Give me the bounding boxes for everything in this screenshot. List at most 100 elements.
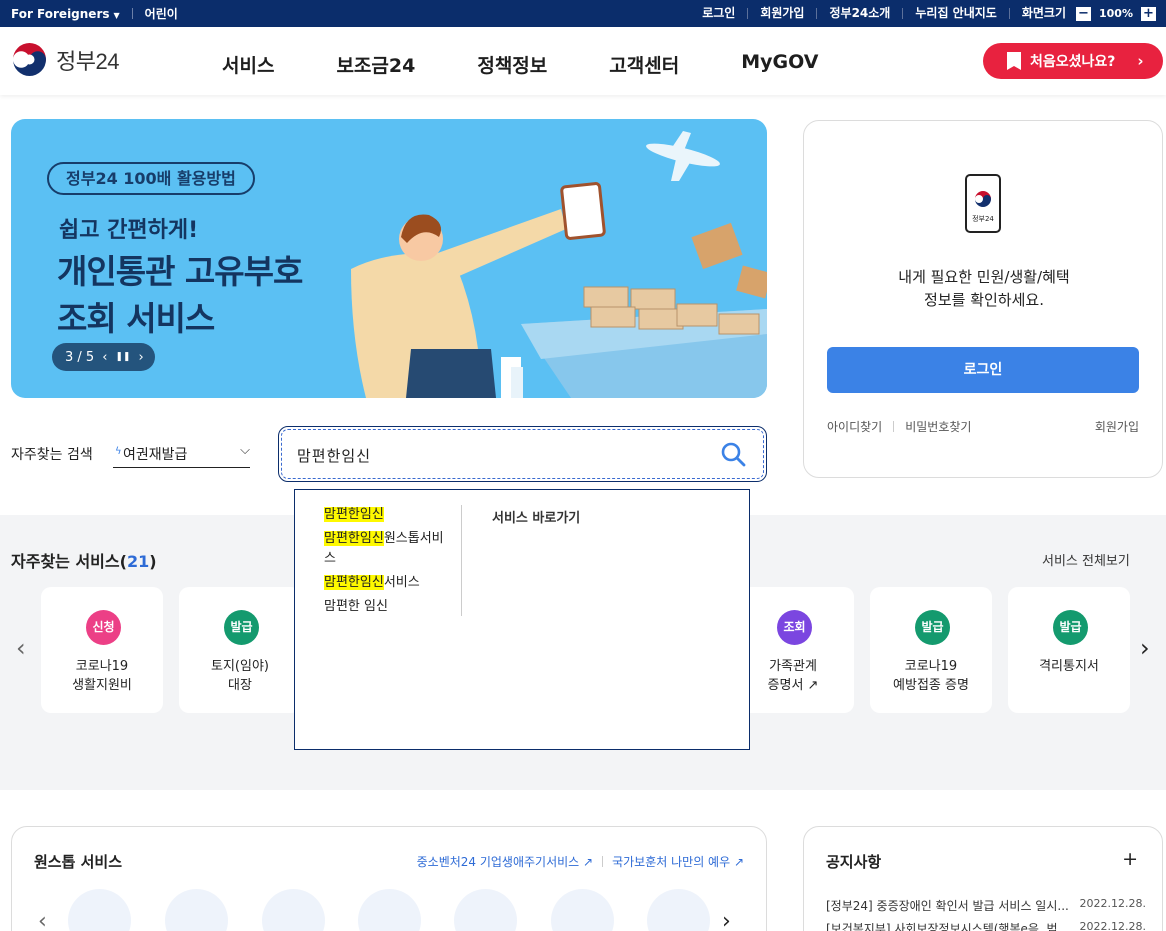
suggestion-highlight: 맘편한임신 — [324, 575, 384, 590]
house-icon[interactable] — [68, 889, 131, 931]
utility-left: For Foreigners ▼ 어린이 — [11, 0, 178, 27]
for-foreigners-label: For Foreigners — [11, 6, 110, 21]
signup-link[interactable]: 회원가입 — [1095, 418, 1139, 435]
next-slide-icon[interactable]: › — [138, 350, 143, 365]
login-message: 내게 필요한 민원/생활/혜택 정보를 확인하세요. — [804, 266, 1164, 312]
login-message-line1: 내게 필요한 민원/생활/혜택 — [898, 268, 1070, 286]
more-notices-button[interactable]: + — [1122, 848, 1138, 870]
for-foreigners-menu[interactable]: For Foreigners ▼ — [11, 7, 120, 21]
find-id-link[interactable]: 아이디찾기 — [827, 418, 882, 435]
logo[interactable]: 정부24 — [11, 41, 119, 78]
taegeuk-logo-icon — [11, 41, 48, 78]
zoom-in-button[interactable]: + — [1141, 6, 1156, 21]
service-badge: 발급 — [915, 610, 950, 645]
service-card[interactable]: 발급 토지(임야) 대장 — [179, 587, 301, 713]
service-label-line2: 대장 — [228, 678, 252, 693]
ribbon-icon[interactable] — [358, 889, 421, 931]
prev-arrow-icon[interactable]: ‹ — [38, 909, 47, 931]
prev-arrow-icon[interactable]: ‹ — [16, 634, 26, 662]
caret-down-icon: ▼ — [113, 10, 120, 20]
phone-icon: 정부24 — [965, 174, 1001, 233]
service-badge: 발급 — [1053, 610, 1088, 645]
notice-row[interactable]: [정부24] 중증장애인 확인서 발급 서비스 일시... 2022.12.28… — [826, 897, 1146, 914]
notice-row[interactable]: [보건복지부] 사회보장정보시스템(행복e음, 범... 2022.12.28. — [826, 920, 1146, 931]
view-all-services-link[interactable]: 서비스 전체보기 — [1042, 550, 1130, 569]
veterans-link[interactable]: 국가보훈처 나만의 예우 ↗ — [612, 853, 744, 870]
signup-link[interactable]: 회원가입 — [748, 7, 818, 19]
frequent-services-title: 자주찾는 서비스(21) — [11, 548, 157, 572]
zoom-out-button[interactable]: − — [1076, 6, 1091, 21]
bookmark-icon — [1007, 52, 1021, 70]
banner-pager: 3 / 5 ‹ ❚❚ › — [52, 343, 155, 371]
service-label: 가족관계증명서 ↗ — [732, 657, 854, 695]
suggestion-item[interactable]: 맘편한임신원스톱서비 — [324, 530, 444, 548]
frequent-search-value: 여권재발급 — [123, 447, 188, 463]
about-link[interactable]: 정부24소개 — [817, 7, 904, 19]
service-label-line2: 예방접종 증명 — [893, 678, 969, 693]
suggestion-item[interactable]: 맘편한임신서비스 — [324, 574, 420, 592]
briefcase-icon[interactable] — [551, 889, 614, 931]
nav-mygov[interactable]: MyGOV — [741, 51, 818, 78]
notice-row-date: 2022.12.28. — [1079, 920, 1146, 931]
suggestion-item-wrap[interactable]: 스 — [324, 550, 336, 568]
service-label-line1: 가족관계 — [769, 659, 817, 674]
nav-subsidy24[interactable]: 보조금24 — [336, 51, 415, 78]
notice-row-date: 2022.12.28. — [1079, 897, 1146, 910]
suggestion-rest: 스 — [324, 551, 336, 566]
screen-size-label: 화면크기 — [1021, 6, 1066, 20]
first-visit-button[interactable]: 처음오셨나요? › — [983, 43, 1163, 79]
service-badge: 조회 — [777, 610, 812, 645]
main-banner[interactable]: 정부24 100배 활용방법 쉽고 간편하게! 개인통관 고유부호 조회 서비스… — [11, 119, 767, 398]
service-card[interactable]: 발급 코로나19 예방접종 증명 — [870, 587, 992, 713]
service-card[interactable]: 조회 가족관계증명서 ↗ — [732, 587, 854, 713]
service-label-line2: 증명서 ↗ — [767, 678, 819, 693]
first-visit-label: 처음오셨나요? — [1030, 54, 1116, 70]
service-label: 코로나19 생활지원비 — [41, 657, 163, 695]
banner-subtitle: 쉽고 간편하게! — [59, 218, 199, 243]
kids-link[interactable]: 어린이 — [145, 5, 178, 22]
sitemap-link[interactable]: 누리집 안내지도 — [903, 7, 1010, 19]
pregnancy-icon[interactable] — [165, 889, 228, 931]
find-password-link[interactable]: 비밀번호찾기 — [905, 418, 971, 435]
search-box — [278, 426, 767, 482]
service-shortcut-heading: 서비스 바로가기 — [492, 511, 581, 526]
chevron-down-icon: ⌵ — [240, 443, 250, 458]
onestop-services-panel: 원스톱 서비스 중소벤처24 기업생애주기서비스 ↗ 국가보훈처 나만의 예우 … — [11, 826, 767, 931]
suggestion-item[interactable]: 맘편한 임신 — [324, 598, 388, 616]
search-icon[interactable] — [720, 441, 746, 467]
divider — [893, 421, 895, 432]
frequent-search-label: 자주찾는 검색 — [11, 447, 93, 463]
pause-icon[interactable]: ❚❚ — [115, 352, 130, 362]
service-card[interactable]: 발급 격리통지서 — [1008, 587, 1130, 713]
suggestion-item[interactable]: 맘편한임신 — [324, 506, 384, 524]
main-header: 정부24 서비스 보조금24 정책정보 고객센터 MyGOV 처음오셨나요? › — [0, 27, 1166, 95]
nav-policy[interactable]: 정책정보 — [477, 51, 547, 78]
services-title-text: 자주찾는 서비스( — [11, 552, 127, 571]
sme24-link[interactable]: 중소벤처24 기업생애주기서비스 ↗ — [417, 853, 593, 870]
next-arrow-icon[interactable]: › — [722, 909, 731, 931]
banner-title-line1: 개인통관 고유부호 — [57, 252, 303, 291]
elderly-icon[interactable] — [647, 889, 710, 931]
next-arrow-icon[interactable]: › — [1140, 634, 1150, 662]
flash-icon: ϟ — [115, 446, 122, 457]
search-autocomplete: 맘편한임신 맘편한임신원스톱서비 스 맘편한임신서비스 맘편한 임신 서비스 바… — [294, 489, 750, 750]
service-label-line1: 코로나19 — [904, 659, 958, 674]
search-input[interactable] — [297, 443, 697, 467]
login-button[interactable]: 로그인 — [827, 347, 1139, 393]
prev-slide-icon[interactable]: ‹ — [102, 350, 107, 365]
divider — [461, 505, 462, 616]
nav-support[interactable]: 고객센터 — [609, 51, 679, 78]
service-label: 코로나19 예방접종 증명 — [870, 657, 992, 695]
nav-services[interactable]: 서비스 — [222, 51, 274, 78]
login-link[interactable]: 로그인 — [690, 7, 749, 19]
frequent-search-select[interactable]: ϟ 여권재발급 ⌵ — [113, 440, 250, 468]
baby-icon[interactable] — [262, 889, 325, 931]
taegeuk-mini-icon — [975, 191, 991, 207]
logo-text: 정부24 — [56, 48, 119, 74]
suggestion-rest: 원스톱서비 — [383, 531, 444, 546]
suggestion-rest: 맘편한 임신 — [324, 599, 388, 614]
service-label-line1: 격리통지서 — [1039, 659, 1099, 674]
book-icon[interactable] — [454, 889, 517, 931]
service-card[interactable]: 신청 코로나19 생활지원비 — [41, 587, 163, 713]
airplane-icon — [646, 131, 720, 181]
